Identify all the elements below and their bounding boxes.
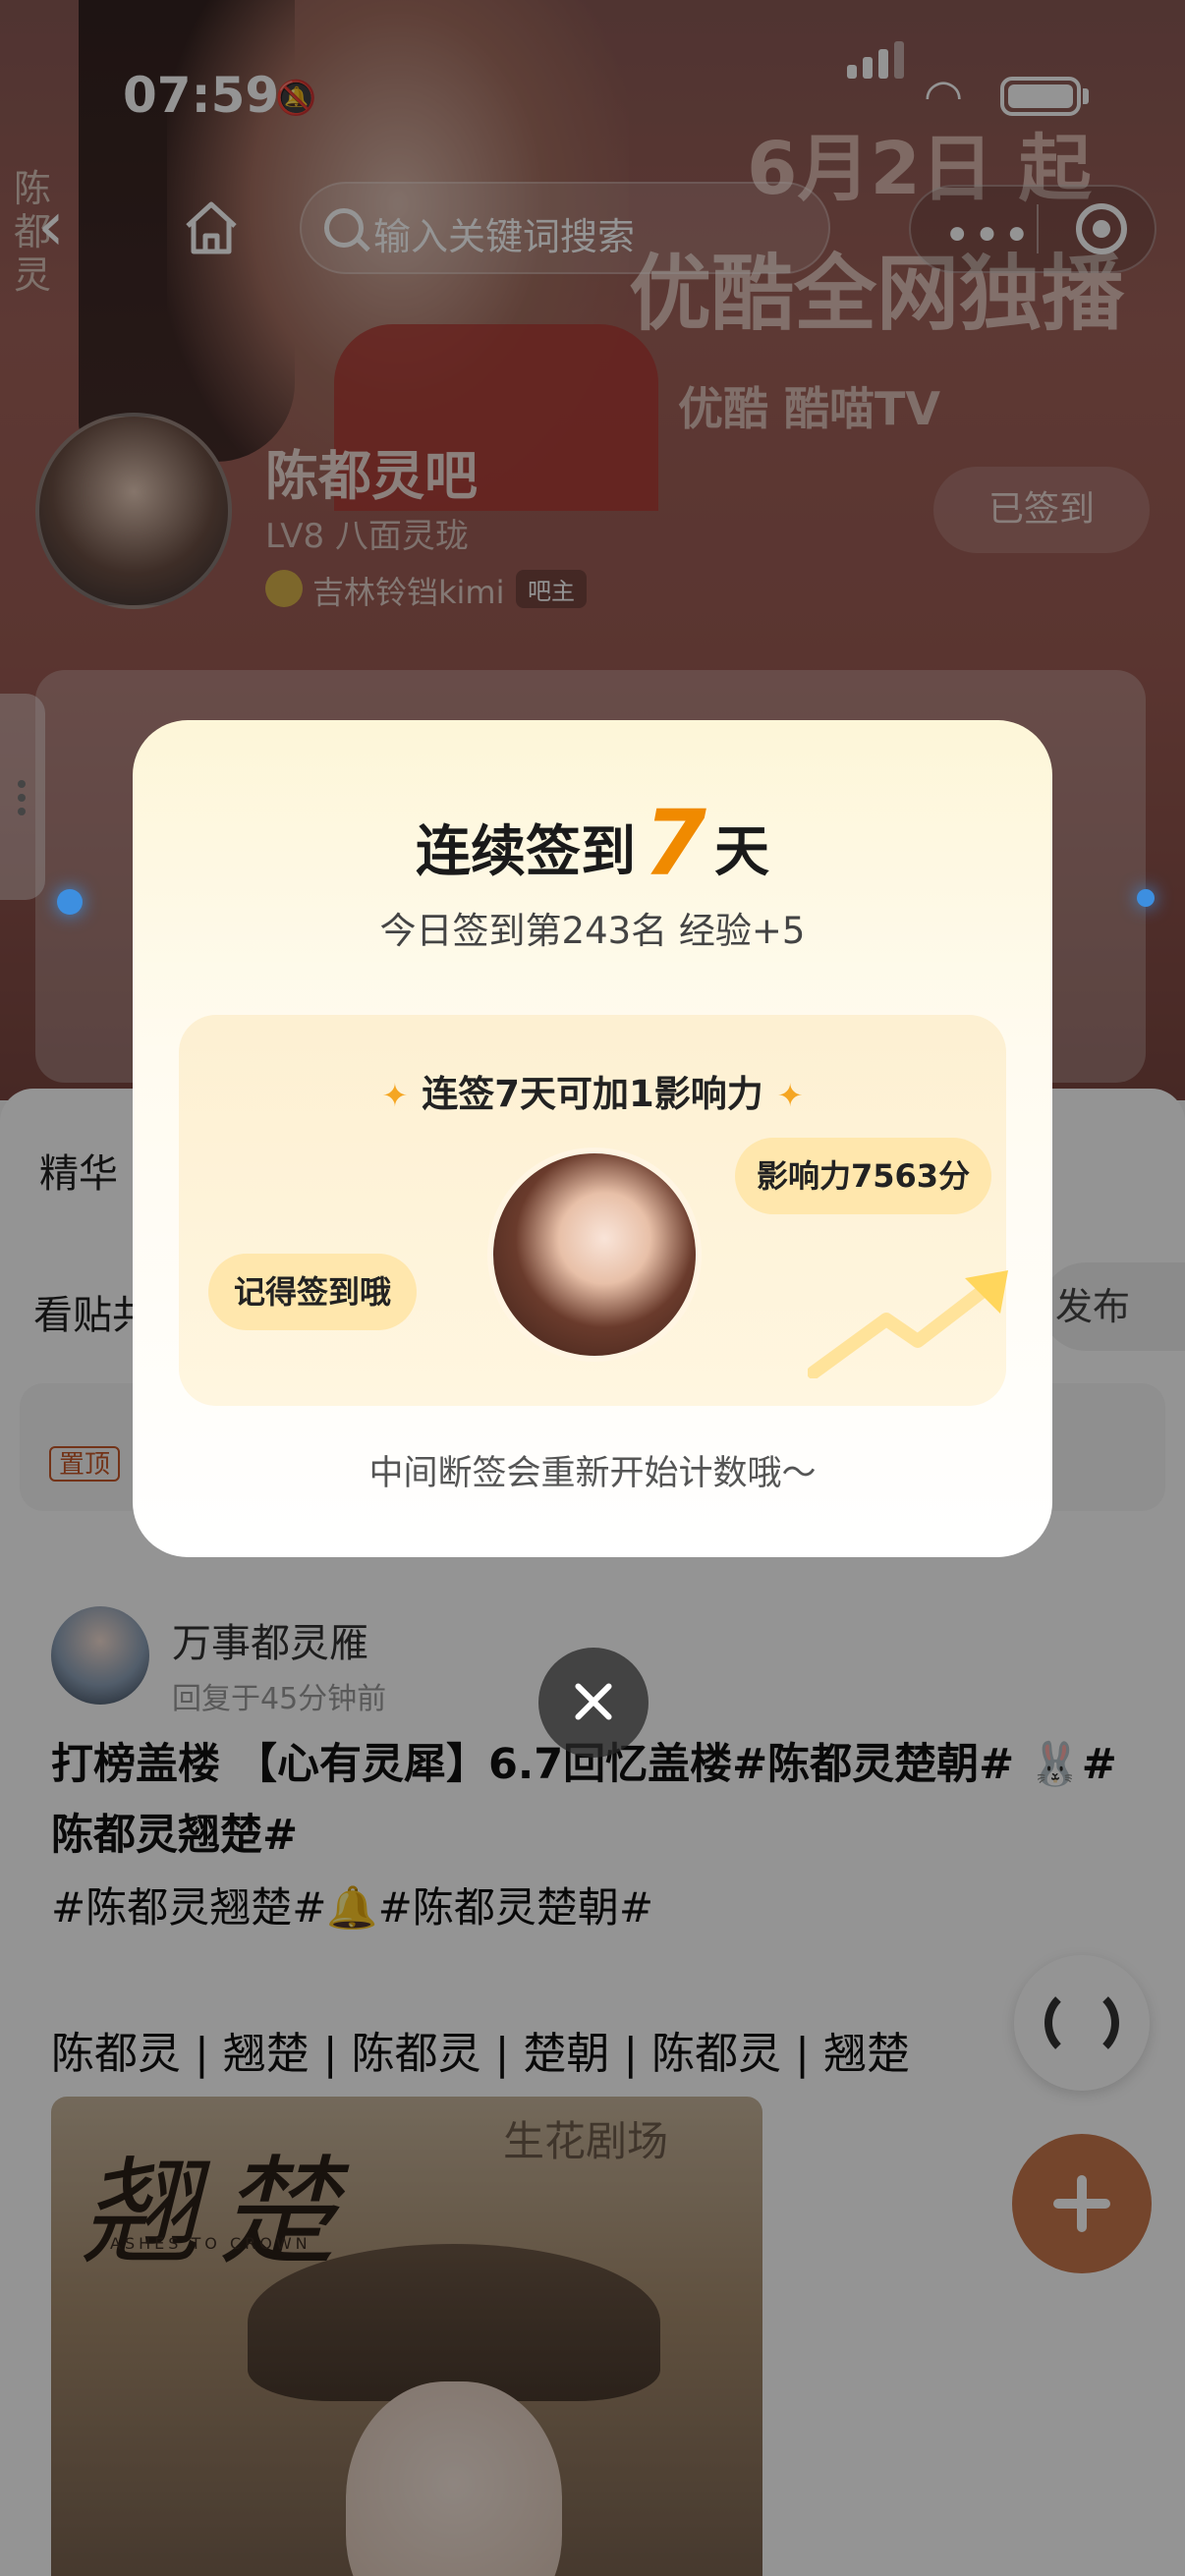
sparkle-icon: ✦ [776,1077,804,1114]
streak-days: 7 [643,791,706,896]
streak-bonus-card: ✦ 连签7天可加1影响力 ✦ 记得签到哦 影响力7563分 [179,1015,1008,1406]
checkin-title-suffix: 天 [714,820,769,884]
bonus-heading: ✦ 连签7天可加1影响力 ✦ [179,1064,1006,1117]
bonus-text: 连签7天可加1影响力 [422,1073,763,1115]
glow-dot [1137,889,1155,907]
reminder-bubble: 记得签到哦 [208,1254,418,1330]
close-modal-button[interactable] [538,1648,649,1758]
sparkle-icon: ✦ [381,1077,409,1114]
checkin-note: 中间断签会重新开始计数哦～ [368,1454,817,1493]
celebrity-avatar [487,1148,702,1362]
glow-dot [57,889,83,915]
checkin-modal: 连续签到7 天 今日签到第243名 经验+5 ✦ 连签7天可加1影响力 ✦ 记得签到哦… [133,720,1052,1557]
checkin-subtitle: 今日签到第243名 经验+5 [379,910,806,952]
checkin-title-prefix: 连续签到 [415,820,636,884]
growth-arrow-icon [808,1270,1008,1378]
checkin-title: 连续签到7 天 [133,791,1052,896]
influence-bubble: 影响力7563分 [735,1138,992,1214]
